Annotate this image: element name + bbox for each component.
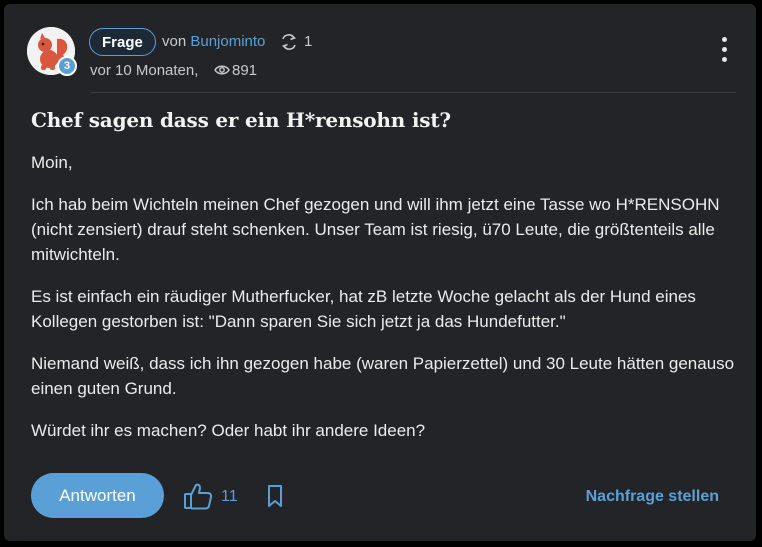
body-paragraph: Würdet ihr es machen? Oder habt ihr ande…: [31, 421, 426, 440]
body-paragraph: Niemand weiß, dass ich ihn gezogen habe …: [31, 354, 735, 398]
edit-count: 1: [304, 33, 313, 50]
bookmark-icon[interactable]: [267, 484, 283, 508]
body-paragraph: Ich hab beim Wichteln meinen Chef gezoge…: [31, 195, 720, 264]
answer-button[interactable]: Antworten: [31, 473, 164, 518]
more-vertical-icon[interactable]: [717, 37, 731, 67]
post-time: vor 10 Monaten,: [90, 62, 199, 79]
question-body: Moin, Ich hab beim Wichteln meinen Chef …: [31, 150, 736, 460]
thumbs-up-icon[interactable]: [183, 482, 213, 510]
author-link[interactable]: Bunjominto: [190, 33, 265, 50]
edit-history-icon[interactable]: [280, 34, 298, 50]
followup-link[interactable]: Nachfrage stellen: [586, 488, 719, 506]
question-title: Chef sagen dass er ein H*rensohn ist?: [31, 108, 451, 132]
question-card: 3 Frage von Bunjominto 1 vor 10 Monaten,…: [4, 4, 756, 541]
level-badge: 3: [57, 56, 77, 76]
view-count: 891: [232, 62, 258, 79]
author-line: von Bunjominto: [162, 33, 265, 50]
body-paragraph: Es ist einfach ein räudiger Mutherfucker…: [31, 287, 696, 331]
category-badge[interactable]: Frage: [89, 28, 156, 56]
body-paragraph: Moin,: [31, 153, 73, 172]
eye-icon: [214, 65, 230, 75]
divider: [90, 92, 736, 93]
author-prefix: von: [162, 33, 187, 50]
like-count: 11: [221, 488, 238, 505]
